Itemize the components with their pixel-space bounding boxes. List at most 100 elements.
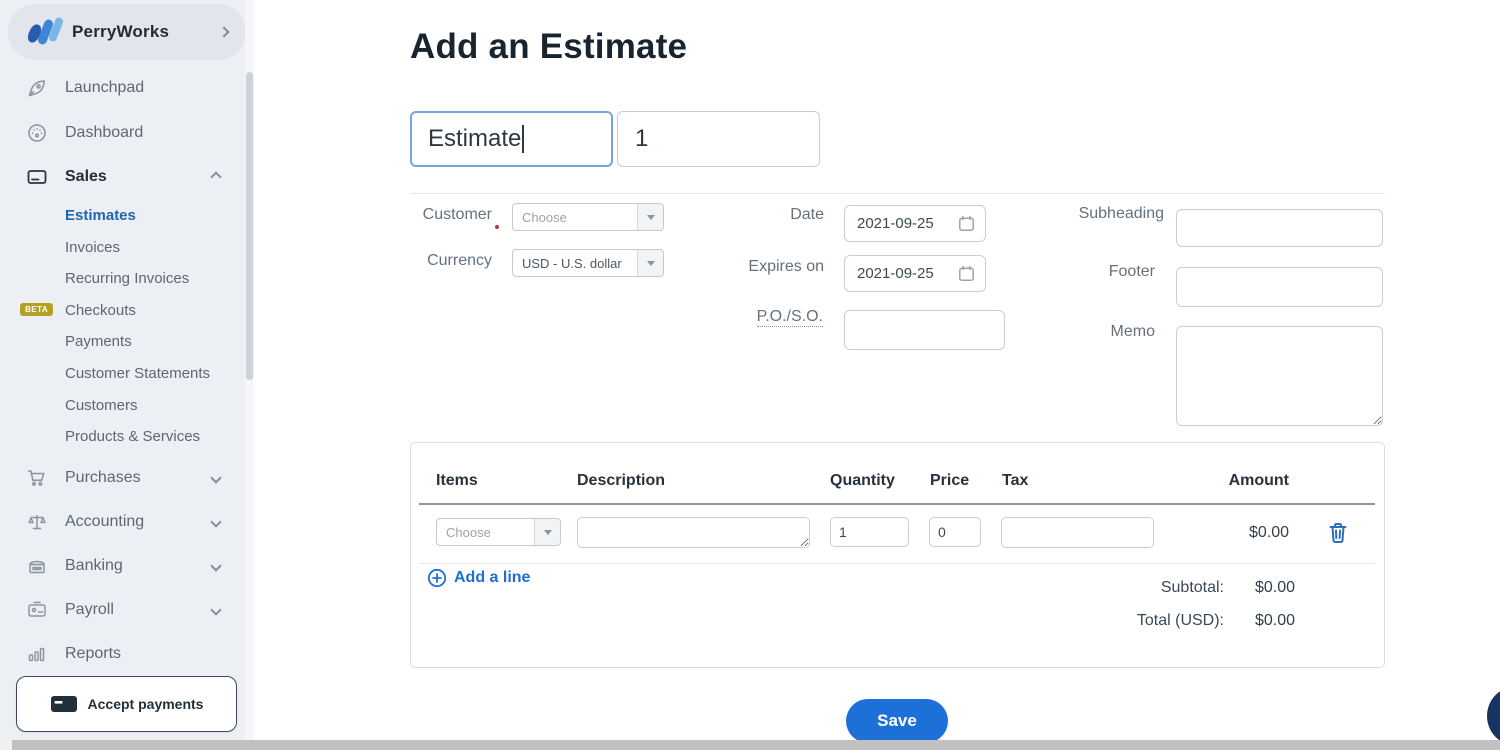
description-textarea[interactable] [577,517,810,548]
help-button[interactable] [1487,686,1500,746]
sidebar-item-payments[interactable]: Payments [0,330,254,352]
sidebar-item-invoices[interactable]: Invoices [0,236,254,258]
sidebar-item-accounting[interactable]: Accounting [0,508,254,536]
price-column-header: Price [930,472,969,490]
memo-label: Memo [1055,323,1155,341]
app-window: PerryWorks Launchpad Dashboard [0,0,1500,750]
items-table-card: Items Description Quantity Price Tax Amo… [410,442,1385,668]
credit-card-icon [26,166,48,188]
page-title: Add an Estimate [410,27,687,67]
subheading-label: Subheading [1064,205,1164,223]
po-so-label: P.O./S.O. [723,308,823,326]
credit-card-filled-icon [50,694,78,714]
quantity-input[interactable] [830,517,909,547]
calendar-icon [958,265,975,282]
sidebar-item-reports[interactable]: Reports [0,640,254,668]
select-arrow-icon [534,519,560,545]
id-card-icon [26,599,48,621]
chevron-down-icon [210,604,221,615]
estimate-title-input[interactable]: Estimate [410,111,613,167]
expires-on-label: Expires on [704,258,824,276]
sidebar-item-products-services[interactable]: Products & Services [0,425,254,447]
subheading-input[interactable] [1176,209,1383,247]
sidebar-item-label: Reports [65,645,121,663]
perryworks-logo-icon [28,16,66,48]
customer-select[interactable]: Choose [512,203,664,231]
tax-input[interactable] [1001,517,1154,548]
sidebar-item-label: Purchases [65,469,141,487]
date-label: Date [724,206,824,224]
sidebar-item-payroll[interactable]: Payroll [0,596,254,624]
select-arrow-icon [637,204,663,230]
currency-label: Currency [392,252,492,270]
accept-payments-button[interactable]: Accept payments [16,676,237,732]
sidebar-item-dashboard[interactable]: Dashboard [0,119,254,147]
sidebar-item-banking[interactable]: Banking [0,552,254,580]
bar-chart-icon [26,643,48,665]
subtotal-value: $0.00 [1175,579,1295,597]
sidebar-item-label: Dashboard [65,124,143,142]
po-so-input[interactable] [844,310,1005,350]
text-cursor [522,125,524,153]
trash-icon [1327,521,1351,545]
sidebar-scrollbar-thumb[interactable] [246,72,253,380]
sidebar-item-label: Banking [65,557,123,575]
sidebar-item-customer-statements[interactable]: Customer Statements [0,362,254,384]
expires-on-input[interactable]: 2021-09-25 [844,255,986,292]
currency-select[interactable]: USD - U.S. dollar [512,249,664,277]
description-column-header: Description [577,472,665,490]
chevron-right-icon [218,26,229,37]
chevron-up-icon [210,171,221,182]
sidebar-item-sales[interactable]: Sales [0,163,254,191]
amount-column-header: Amount [1169,472,1289,490]
required-indicator [495,225,499,229]
customer-label: Customer [392,206,492,224]
memo-textarea[interactable] [1176,326,1383,426]
sidebar-item-purchases[interactable]: Purchases [0,464,254,492]
select-arrow-icon [637,250,663,276]
chevron-down-icon [210,560,221,571]
beta-badge: BETA [20,303,53,316]
horizontal-scrollbar-thumb[interactable] [12,740,1500,750]
item-select[interactable]: Choose [436,518,561,546]
sidebar-item-label: Payroll [65,601,114,619]
price-input[interactable] [929,517,981,547]
chevron-down-icon [210,472,221,483]
sidebar-item-customers[interactable]: Customers [0,394,254,416]
date-input[interactable]: 2021-09-25 [844,205,986,242]
sidebar-item-label: Launchpad [65,79,144,97]
section-divider [410,193,1385,194]
sidebar-item-launchpad[interactable]: Launchpad [0,74,254,102]
add-line-label: Add a line [454,569,530,587]
scale-icon [26,511,48,533]
app-name: PerryWorks [72,22,220,42]
rocket-icon [26,77,48,99]
save-button[interactable]: Save [846,699,948,743]
sidebar-item-estimates[interactable]: Estimates [0,204,254,226]
row-separator [419,563,1375,564]
items-column-header: Items [436,472,478,490]
estimate-number-input[interactable] [617,111,820,167]
footer-input[interactable] [1176,267,1383,307]
footer-label: Footer [1055,263,1155,281]
business-switcher[interactable]: PerryWorks [8,4,246,60]
tax-column-header: Tax [1002,472,1028,490]
accept-payments-label: Accept payments [88,696,204,712]
cart-icon [26,467,48,489]
dashboard-icon [26,122,48,144]
calendar-icon [958,215,975,232]
add-line-button[interactable]: Add a line [427,568,530,588]
sidebar: PerryWorks Launchpad Dashboard [0,0,254,750]
chevron-down-icon [210,516,221,527]
plus-circle-icon [427,568,447,588]
quantity-column-header: Quantity [830,472,895,490]
sidebar-item-label: Sales [65,168,107,186]
sidebar-item-recurring-invoices[interactable]: Recurring Invoices [0,267,254,289]
sidebar-item-label: Accounting [65,513,144,531]
bank-icon [26,555,48,577]
header-underline [419,503,1375,505]
sidebar-item-checkouts[interactable]: BETA Checkouts [0,299,254,321]
delete-row-button[interactable] [1327,520,1351,546]
amount-value: $0.00 [1169,524,1289,542]
total-value: $0.00 [1175,612,1295,630]
